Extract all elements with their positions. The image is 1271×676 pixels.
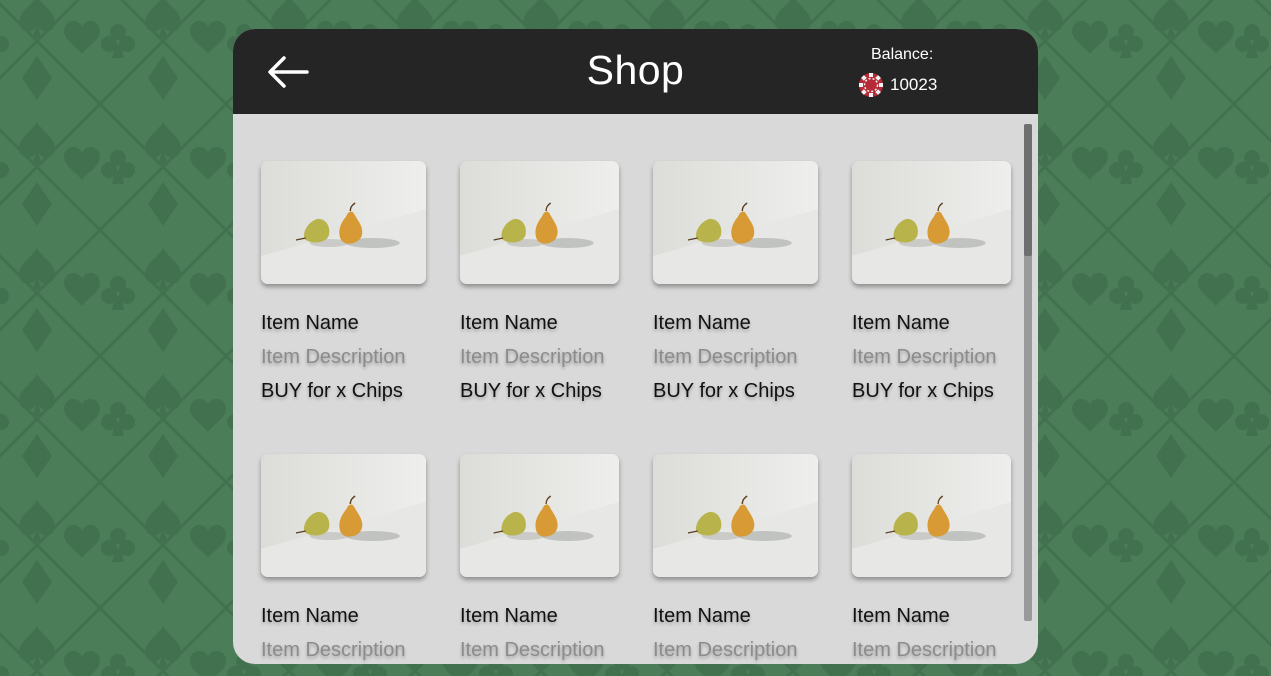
item-description: Item Description: [852, 346, 997, 368]
item-name: Item Name: [852, 605, 950, 627]
item-image: [460, 454, 619, 577]
shop-item-card[interactable]: Item Name Item Description BUY for x Chi…: [852, 161, 1011, 402]
item-name: Item Name: [261, 312, 359, 334]
item-name: Item Name: [852, 312, 950, 334]
shop-item-card[interactable]: Item Name Item Description BUY for x Chi…: [653, 454, 818, 661]
scrollbar-thumb[interactable]: [1024, 124, 1032, 256]
shop-item-card[interactable]: Item Name Item Description BUY for x Chi…: [460, 454, 619, 661]
item-image: [460, 161, 619, 284]
item-description: Item Description: [653, 346, 798, 368]
item-name: Item Name: [460, 312, 558, 334]
item-description: Item Description: [460, 639, 605, 661]
item-image: [261, 454, 426, 577]
shop-item-card[interactable]: Item Name Item Description BUY for x Chi…: [460, 161, 619, 402]
item-image: [261, 161, 426, 284]
item-grid[interactable]: Item Name Item Description BUY for x Chi…: [233, 114, 1038, 664]
item-description: Item Description: [460, 346, 605, 368]
shop-item-card[interactable]: Item Name Item Description BUY for x Chi…: [653, 161, 818, 402]
shop-header: Shop Balance: 10023: [233, 29, 1038, 114]
item-description: Item Description: [852, 639, 997, 661]
item-description: Item Description: [653, 639, 798, 661]
item-name: Item Name: [261, 605, 359, 627]
item-name: Item Name: [653, 312, 751, 334]
item-image: [653, 161, 818, 284]
item-description: Item Description: [261, 346, 406, 368]
item-name: Item Name: [653, 605, 751, 627]
balance-value: 10023: [890, 75, 938, 94]
shop-item-card[interactable]: Item Name Item Description BUY for x Chi…: [852, 454, 1011, 661]
item-image: [852, 161, 1011, 284]
buy-button[interactable]: BUY for x Chips: [460, 380, 602, 403]
item-image: [653, 454, 818, 577]
balance-display: 10023: [858, 72, 937, 98]
shop-item-card[interactable]: Item Name Item Description BUY for x Chi…: [261, 161, 426, 402]
item-image: [852, 454, 1011, 577]
item-description: Item Description: [261, 639, 406, 661]
buy-button[interactable]: BUY for x Chips: [653, 380, 795, 403]
shop-item-card[interactable]: Item Name Item Description BUY for x Chi…: [261, 454, 426, 661]
item-name: Item Name: [460, 605, 558, 627]
poker-chip-icon: [859, 73, 883, 97]
buy-button[interactable]: BUY for x Chips: [261, 380, 403, 403]
scrollbar[interactable]: [1024, 124, 1032, 621]
buy-button[interactable]: BUY for x Chips: [852, 380, 994, 403]
balance-label: Balance:: [871, 46, 934, 63]
shop-panel: Shop Balance: 10023 Item Name Item Descr…: [233, 29, 1038, 664]
